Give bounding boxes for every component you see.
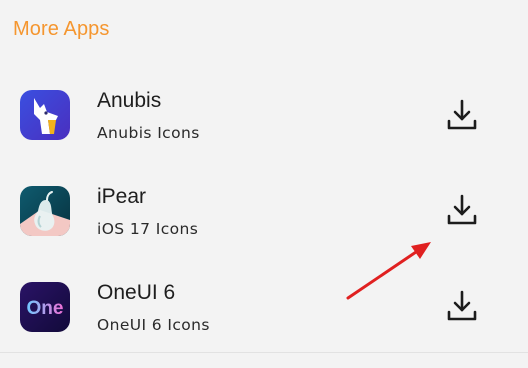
app-subtitle: iOS 17 Icons [97,220,199,238]
app-row-anubis[interactable]: Anubis Anubis Icons [0,70,528,166]
section-title: More Apps [13,18,110,40]
oneui-app-icon[interactable]: One [20,282,70,332]
app-row-ipear[interactable]: iPear iOS 17 Icons [0,166,528,262]
download-icon [447,194,477,225]
download-button[interactable] [442,95,482,135]
download-icon [447,290,477,321]
app-row-oneui[interactable]: One OneUI 6 OneUI 6 Icons [0,262,528,358]
download-icon [447,99,477,130]
oneui-icon-text: One [27,298,64,319]
ipear-app-icon[interactable] [20,186,70,236]
app-name: OneUI 6 [97,281,176,304]
anubis-app-icon[interactable] [20,90,70,140]
download-button[interactable] [442,190,482,230]
download-button[interactable] [442,286,482,326]
app-name: Anubis [97,89,162,112]
app-subtitle: OneUI 6 Icons [97,316,210,334]
bottom-divider [0,352,528,353]
app-subtitle: Anubis Icons [97,124,200,142]
app-name: iPear [97,185,147,208]
